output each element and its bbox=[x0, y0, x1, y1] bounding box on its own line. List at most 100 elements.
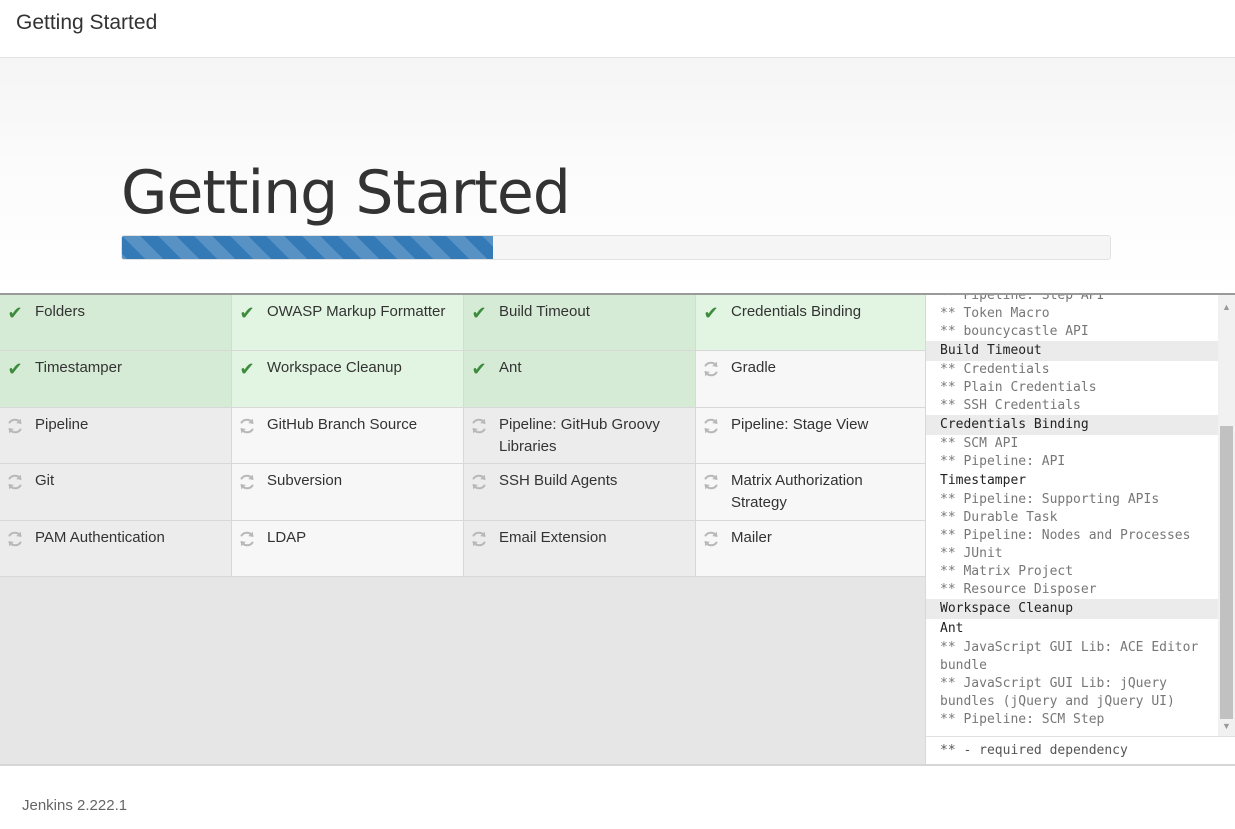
plugin-name: Credentials Binding bbox=[731, 303, 862, 320]
refresh-icon bbox=[469, 472, 489, 492]
log-dependency-line: ** Token Macro bbox=[940, 306, 1050, 321]
plugin-cell: ✔ Credentials Binding bbox=[696, 295, 925, 352]
log-plugin-line: Ant bbox=[940, 621, 964, 636]
log-plugin-line: Timestamper bbox=[940, 473, 1027, 488]
plugin-cell: ✔ Timestamper bbox=[0, 351, 232, 408]
log-dependency-line: ** Pipeline: Nodes and Processes bbox=[940, 528, 1191, 543]
refresh-icon bbox=[237, 529, 257, 549]
plugin-cell: Git bbox=[0, 464, 232, 521]
check-icon: ✔ bbox=[239, 303, 255, 323]
check-icon: ✔ bbox=[7, 359, 23, 380]
plugin-cell: ✔ OWASP Markup Formatter bbox=[232, 295, 464, 352]
plugin-cell: ✔ Workspace Cleanup bbox=[232, 351, 464, 408]
check-icon: ✔ bbox=[471, 303, 487, 323]
plugin-name: Git bbox=[35, 472, 55, 490]
plugin-cell: Pipeline bbox=[0, 407, 232, 465]
plugin-cell: PAM Authentication bbox=[0, 520, 232, 577]
plugin-name: Ant bbox=[499, 359, 522, 377]
plugin-cell: ✔ Ant bbox=[464, 351, 696, 408]
plugin-name: Subversion bbox=[267, 472, 343, 490]
log-dependency-line: ** Resource Disposer bbox=[940, 582, 1097, 597]
refresh-icon bbox=[5, 472, 25, 492]
plugin-cell: Pipeline: Stage View bbox=[696, 407, 925, 465]
install-progress-bar bbox=[121, 235, 1111, 260]
plugin-name: Pipeline bbox=[35, 415, 89, 433]
refresh-icon bbox=[701, 529, 721, 549]
plugin-cell: ✔ Build Timeout bbox=[464, 295, 696, 352]
log-plugin-line: Workspace Cleanup bbox=[926, 599, 1218, 619]
plugin-name: GitHub Branch Source bbox=[267, 415, 418, 433]
log-dependency-line: ** JavaScript GUI Lib: ACE Editor bundle bbox=[940, 640, 1199, 673]
plugin-name: Pipeline: GitHub Groovy Libraries bbox=[499, 415, 660, 455]
plugin-cell: SSH Build Agents bbox=[464, 464, 696, 521]
plugin-grid: ✔ Folders ✔ OWASP Markup Formatter ✔ Build Ti… bbox=[0, 295, 925, 577]
jenkins-version: Jenkins 2.222.1 bbox=[22, 797, 128, 814]
plugin-name: OWASP Markup Formatter bbox=[267, 303, 446, 320]
check-icon: ✔ bbox=[471, 359, 487, 380]
top-bar: Getting Started bbox=[0, 0, 1235, 58]
log-dependency-line: ** Pipeline: Step API bbox=[940, 295, 1105, 303]
log-dependency-line: ** Durable Task bbox=[940, 510, 1058, 525]
log-dependency-line: ** Matrix Project bbox=[940, 564, 1074, 579]
plugin-name: Pipeline: Stage View bbox=[731, 415, 869, 433]
plugin-cell: Mailer bbox=[696, 520, 925, 577]
install-progress-fill bbox=[122, 236, 493, 259]
plugin-cell: GitHub Branch Source bbox=[232, 407, 464, 465]
plugin-name: SSH Build Agents bbox=[499, 472, 618, 490]
log-dependency-line: ** JUnit bbox=[940, 546, 1003, 561]
check-icon: ✔ bbox=[703, 303, 719, 323]
plugin-name: Mailer bbox=[731, 528, 772, 546]
log-plugin-line: Credentials Binding bbox=[926, 415, 1218, 435]
refresh-icon bbox=[469, 529, 489, 549]
plugin-name: LDAP bbox=[267, 528, 307, 546]
hero-section: Getting Started bbox=[0, 58, 1235, 293]
log-dependency-line: ** JavaScript GUI Lib: jQuery bundles (j… bbox=[940, 676, 1175, 709]
plugin-cell: LDAP bbox=[232, 520, 464, 577]
plugin-name: Email Extension bbox=[499, 528, 607, 546]
plugin-name: Matrix Authorization Strategy bbox=[731, 472, 863, 512]
check-icon: ✔ bbox=[7, 303, 23, 323]
plugin-name: Build Timeout bbox=[499, 303, 590, 320]
refresh-icon bbox=[237, 416, 257, 436]
plugin-name: Gradle bbox=[731, 359, 777, 377]
refresh-icon bbox=[5, 529, 25, 549]
refresh-icon bbox=[5, 416, 25, 436]
log-dependency-line: ** Pipeline: API bbox=[940, 454, 1066, 469]
plugin-name: PAM Authentication bbox=[35, 528, 165, 546]
plugin-cell: Subversion bbox=[232, 464, 464, 521]
install-log[interactable]: ** Pipeline: Step API ** Token Macro ** bo… bbox=[926, 295, 1218, 736]
refresh-icon bbox=[701, 359, 721, 379]
log-dependency-line: ** bouncycastle API bbox=[940, 324, 1089, 339]
install-content: ✔ Folders ✔ OWASP Markup Formatter ✔ Build Ti… bbox=[0, 293, 1235, 766]
refresh-icon bbox=[701, 472, 721, 492]
log-legend: ** - required dependency bbox=[926, 736, 1235, 764]
refresh-icon bbox=[701, 416, 721, 436]
plugin-name: Timestamper bbox=[35, 359, 122, 377]
install-log-panel: ** Pipeline: Step API ** Token Macro ** bo… bbox=[925, 295, 1235, 764]
plugin-cell: Gradle bbox=[696, 351, 925, 408]
log-plugin-line: Build Timeout bbox=[926, 341, 1218, 361]
log-dependency-line: ** SSH Credentials bbox=[940, 398, 1081, 413]
log-dependency-line: ** Plain Credentials bbox=[940, 380, 1097, 395]
refresh-icon bbox=[237, 472, 257, 492]
plugin-name: Folders bbox=[35, 303, 86, 320]
page-footer: Jenkins 2.222.1 bbox=[0, 766, 1235, 829]
scroll-down-icon[interactable]: ▼ bbox=[1218, 717, 1235, 734]
plugin-cell: Matrix Authorization Strategy bbox=[696, 464, 925, 521]
plugin-name: Workspace Cleanup bbox=[267, 359, 402, 377]
log-scrollbar-thumb[interactable] bbox=[1220, 426, 1233, 719]
plugin-cell: Pipeline: GitHub Groovy Libraries bbox=[464, 407, 696, 465]
plugin-cell: ✔ Folders bbox=[0, 295, 232, 352]
install-log-lines: ** Pipeline: Step API ** Token Macro ** bo… bbox=[926, 295, 1218, 729]
log-dependency-line: ** Pipeline: Supporting APIs bbox=[940, 492, 1160, 507]
log-dependency-line: ** Pipeline: SCM Step bbox=[940, 712, 1105, 727]
page-title: Getting Started bbox=[121, 158, 571, 228]
plugin-cell: Email Extension bbox=[464, 520, 696, 577]
log-dependency-line: ** SCM API bbox=[940, 436, 1019, 451]
window-title: Getting Started bbox=[16, 11, 158, 34]
refresh-icon bbox=[469, 416, 489, 436]
check-icon: ✔ bbox=[239, 359, 255, 380]
log-scrollbar[interactable]: ▲ ▼ bbox=[1218, 295, 1235, 736]
log-dependency-line: ** Credentials bbox=[940, 362, 1050, 377]
scroll-up-icon[interactable]: ▲ bbox=[1218, 298, 1235, 315]
